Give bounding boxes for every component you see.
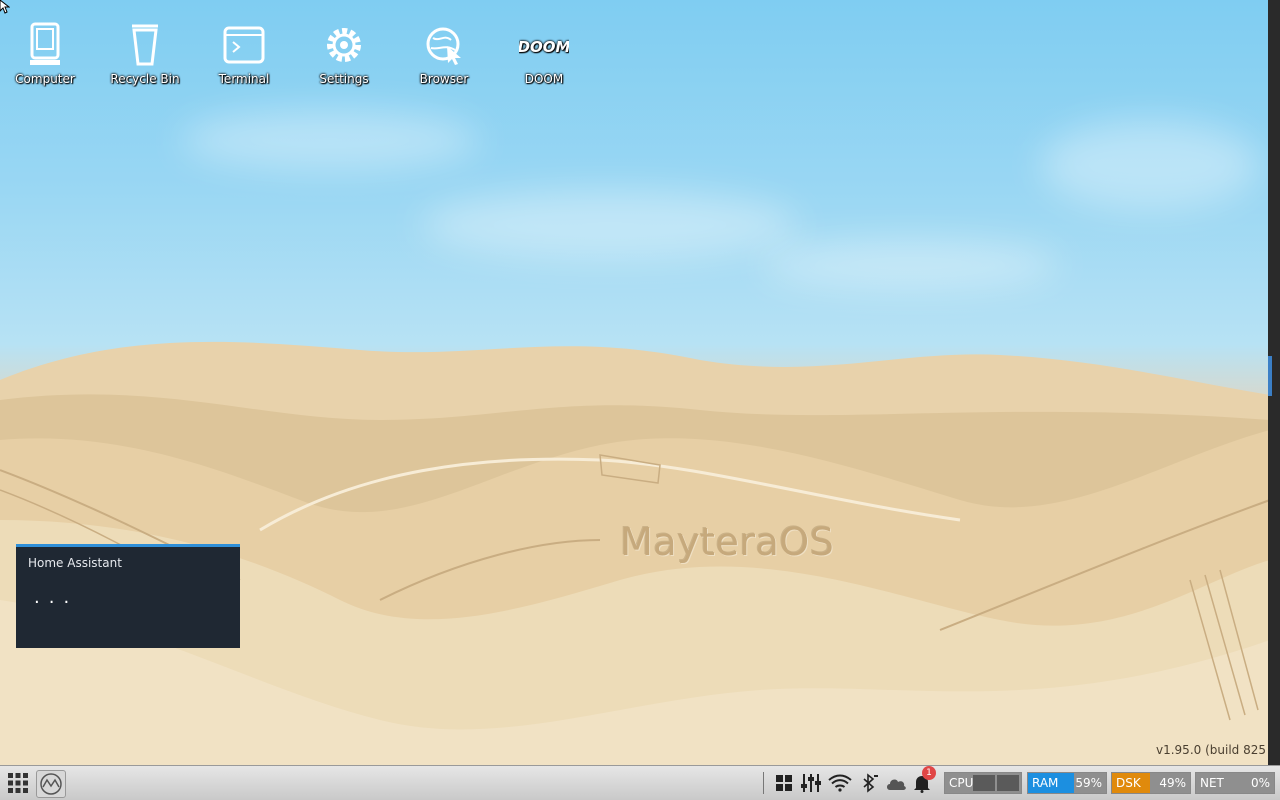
tray-divider [763,772,764,794]
cloud-button[interactable] [882,770,910,796]
cpu-core-bar [973,775,995,791]
network-meter-label: NET [1200,776,1224,790]
widget-title: Home Assistant [28,556,122,570]
disk-meter-label: DSK [1116,776,1141,790]
cpu-meter[interactable]: CPU [944,772,1022,794]
desktop-icon-label: Recycle Bin [110,72,180,86]
gear-icon [327,28,361,62]
cpu-core-bar [997,775,1019,791]
grid-icon [8,773,28,793]
cloud-icon [887,779,906,790]
network-meter-value: 0% [1250,776,1270,790]
desktop-icon-browser[interactable]: Browser [399,20,489,86]
disk-meter[interactable]: DSK 49% [1111,772,1191,794]
desktop[interactable]: Computer Recycle Bin Terminal Settings B… [0,0,1280,765]
cpu-meter-label: CPU [949,776,974,790]
window-switcher-button[interactable] [770,770,798,796]
wifi-icon [828,774,852,792]
notifications-button[interactable]: 1 [908,766,936,796]
desktop-icon-label: Browser [419,72,469,86]
desktop-icon-label: Computer [15,72,75,86]
version-label: v1.95.0 (build 825 [1156,743,1266,757]
wifi-button[interactable] [826,770,854,796]
taskbar-app-button[interactable] [36,770,66,798]
terminal-icon [223,26,265,64]
home-assistant-widget[interactable]: Home Assistant ... [16,544,240,648]
ram-meter-label: RAM [1032,776,1059,790]
browser-icon [426,27,461,65]
desktop-icon-recycle-bin[interactable]: Recycle Bin [100,20,190,86]
desktop-icon-label: Terminal [218,72,270,86]
disk-meter-value: 49% [1159,776,1186,790]
desktop-icon-computer[interactable]: Computer [0,20,90,86]
ram-meter-value: 59% [1075,776,1102,790]
app-launcher-button[interactable] [4,770,32,796]
desktop-icon-label: Settings [319,72,369,86]
maytera-logo-icon [40,773,62,795]
bluetooth-button[interactable] [855,770,883,796]
wallpaper-dunes [0,341,1271,765]
network-meter[interactable]: NET 0% [1195,772,1275,794]
recycle-bin-icon [132,24,158,66]
bluetooth-icon [863,773,878,793]
mouse-cursor-icon [0,0,10,14]
taskbar: 1 CPU RAM 59% DSK 49% NET 0% [0,765,1280,800]
desktop-icon-settings[interactable]: Settings [299,20,389,86]
windows-grid-icon [776,775,792,791]
doom-icon: DOOM [519,38,569,56]
sliders-icon [801,774,821,792]
desktop-icon-doom[interactable]: DOOM DOOM [499,20,589,86]
ram-meter[interactable]: RAM 59% [1027,772,1107,794]
svg-text:DOOM: DOOM [519,38,569,56]
desktop-icon-terminal[interactable]: Terminal [199,20,289,86]
edge-panel-handle[interactable] [1268,356,1272,396]
computer-icon [30,22,60,65]
desktop-icon-label: DOOM [524,72,564,86]
loading-indicator: ... [34,587,79,608]
wallpaper-watermark: MayteraOS [620,520,835,564]
notification-badge: 1 [922,766,936,780]
mixer-button[interactable] [797,770,825,796]
